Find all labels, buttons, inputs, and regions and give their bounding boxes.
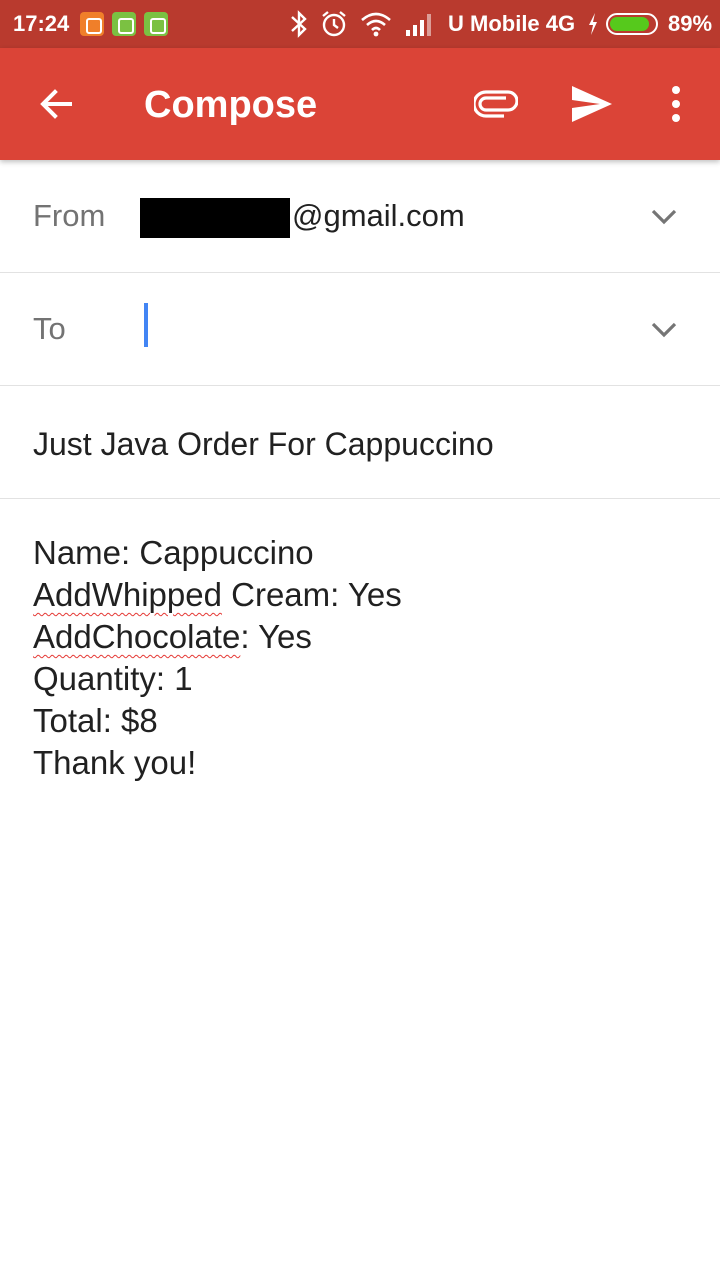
body-line: Name: Cappuccino: [33, 534, 314, 571]
text-cursor: [144, 303, 148, 347]
status-bar: 17:24 U Mobile 4G 89%: [0, 0, 720, 48]
from-label: From: [33, 198, 106, 233]
alarm-icon: [322, 11, 346, 37]
attach-button[interactable]: [468, 76, 524, 132]
send-button[interactable]: [564, 76, 620, 132]
misspelled-word: AddWhipped: [33, 576, 222, 613]
app-notification-icon: [80, 12, 104, 36]
message-body[interactable]: Name: Cappuccino AddWhipped Cream: Yes A…: [33, 532, 402, 784]
wifi-icon: [361, 12, 391, 37]
to-row: To: [0, 273, 720, 386]
to-label: To: [33, 311, 66, 346]
clock: 17:24: [13, 11, 70, 36]
redacted-username: [140, 198, 290, 238]
body-line: Total: $8: [33, 702, 158, 739]
battery-saver-icon: [112, 12, 136, 36]
carrier-label: U Mobile 4G: [448, 11, 576, 36]
back-arrow-icon: [40, 89, 72, 119]
subject-field[interactable]: Just Java Order For Cappuccino: [33, 426, 494, 463]
android-icon: [144, 12, 168, 36]
from-address: @gmail.com: [292, 198, 465, 233]
body-line: AddWhipped Cream: Yes: [33, 574, 402, 616]
more-options-button[interactable]: [648, 76, 704, 132]
body-text: : Yes: [240, 618, 312, 655]
back-button[interactable]: [28, 76, 84, 132]
attach-icon: [474, 90, 518, 118]
charging-icon: [589, 13, 597, 35]
chevron-down-icon[interactable]: [648, 200, 680, 232]
battery-percent: 89%: [668, 11, 713, 36]
body-line: Thank you!: [33, 744, 197, 781]
send-icon: [572, 86, 612, 122]
chevron-down-icon[interactable]: [648, 313, 680, 345]
body-line: AddChocolate: Yes: [33, 616, 402, 658]
misspelled-word: AddChocolate: [33, 618, 241, 655]
signal-icon: [406, 14, 431, 36]
bluetooth-icon: [291, 10, 307, 38]
body-text: Cream: Yes: [221, 576, 402, 613]
to-input[interactable]: [140, 293, 620, 365]
more-vert-icon: [672, 86, 680, 122]
battery-level: [610, 17, 650, 31]
page-title: Compose: [144, 84, 318, 126]
battery-icon: [606, 13, 658, 35]
body-line: Quantity: 1: [33, 660, 193, 697]
app-bar: Compose: [0, 48, 720, 160]
from-row[interactable]: From @gmail.com: [0, 160, 720, 273]
